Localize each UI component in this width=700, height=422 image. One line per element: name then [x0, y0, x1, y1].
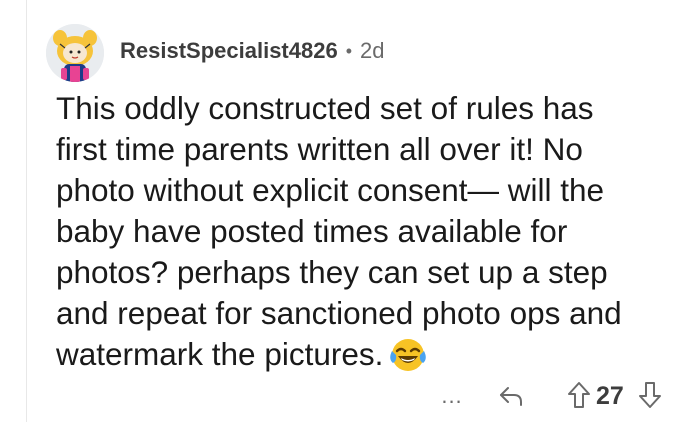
- comment-body-line: first time parents written all over it! …: [56, 131, 583, 167]
- reply-arrow-icon: [500, 387, 522, 406]
- downvote-button[interactable]: [636, 380, 664, 410]
- comment-body-line: photos? perhaps they can set up a step: [56, 254, 608, 290]
- comment-body-line: photo without explicit consent— will the: [56, 172, 605, 208]
- avatar-snoo-icon: [46, 24, 104, 82]
- comment-body-line: This oddly constructed set of rules has: [56, 90, 594, 126]
- vote-score: 27: [596, 382, 624, 410]
- comment-body-line-text: watermark the pictures.: [56, 336, 384, 372]
- more-options-button[interactable]: ...: [436, 383, 468, 408]
- reply-button[interactable]: [495, 382, 527, 410]
- meta-separator: •: [345, 40, 353, 61]
- username-link[interactable]: ResistSpecialist4826: [120, 38, 338, 64]
- comment-body: This oddly constructed set of rules has …: [56, 88, 686, 383]
- comment-age[interactable]: 2d: [360, 38, 384, 64]
- comment-card: ResistSpecialist4826 • 2d This oddly con…: [0, 0, 700, 422]
- upvote-arrow-icon: [568, 382, 590, 408]
- comment-body-line-last: watermark the pictures.: [56, 334, 686, 383]
- comment-meta: ResistSpecialist4826 • 2d: [120, 36, 385, 66]
- face-with-tears-of-joy-icon: [389, 337, 427, 383]
- downvote-arrow-icon: [639, 382, 661, 408]
- comment-body-line: baby have posted times available for: [56, 213, 568, 249]
- thread-line[interactable]: [26, 0, 27, 422]
- upvote-button[interactable]: [565, 380, 593, 410]
- comment-body-line: and repeat for sanctioned photo ops and: [56, 295, 622, 331]
- comment-actions: ... 27: [0, 378, 700, 414]
- avatar[interactable]: [46, 24, 104, 82]
